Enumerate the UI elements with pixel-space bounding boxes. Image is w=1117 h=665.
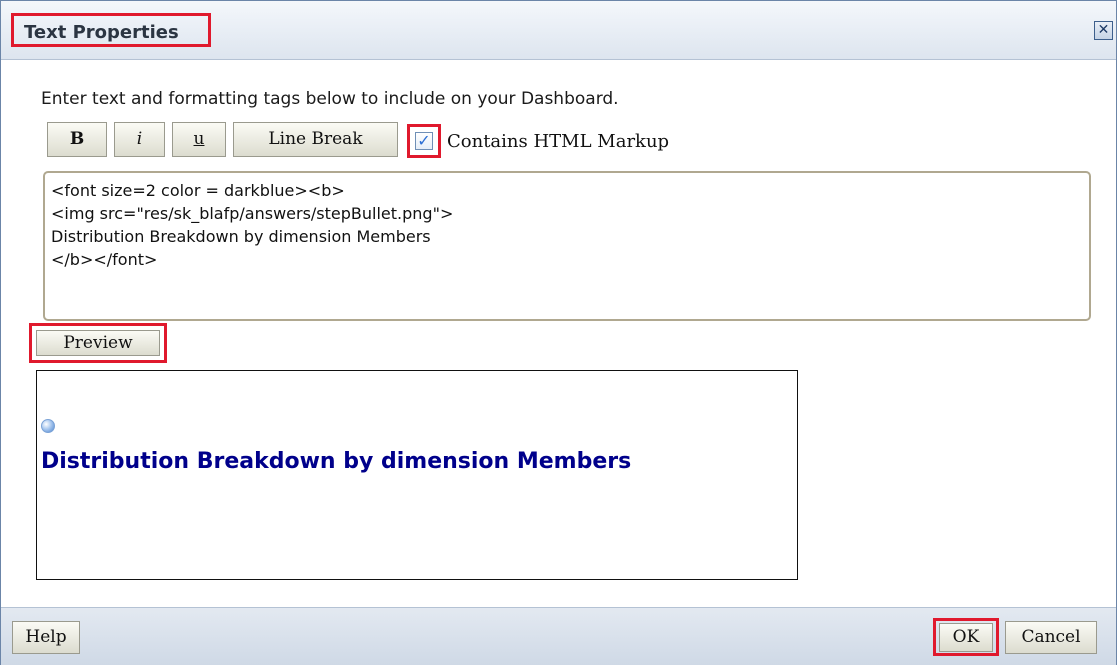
instructions-text: Enter text and formatting tags below to … [41,89,619,109]
editor-line: <font size=2 color = darkblue><b> [51,181,345,200]
html-markup-label[interactable]: Contains HTML Markup [447,131,669,152]
text-editor[interactable]: <font size=2 color = darkblue><b> <img s… [43,171,1091,321]
html-markup-checkbox-highlight: ✓ [407,124,441,158]
line-break-button[interactable]: Line Break [233,122,398,157]
preview-button-highlight: Preview [29,323,167,363]
dialog-footer: Help OK Cancel [1,607,1116,665]
html-markup-checkbox[interactable]: ✓ [415,132,433,150]
preview-text: Distribution Breakdown by dimension Memb… [41,449,632,474]
underline-button[interactable]: u [172,122,226,157]
editor-line: </b></font> [51,250,158,269]
italic-button[interactable]: i [114,122,165,157]
help-button[interactable]: Help [12,621,80,654]
editor-line: Distribution Breakdown by dimension Memb… [51,227,431,246]
text-properties-dialog: Text Properties ✕ Enter text and formatt… [0,0,1117,665]
preview-area: Distribution Breakdown by dimension Memb… [36,370,798,580]
close-icon[interactable]: ✕ [1094,21,1113,40]
bold-button[interactable]: B [47,122,107,157]
dialog-titlebar: Text Properties ✕ [1,1,1116,60]
cancel-button[interactable]: Cancel [1005,621,1097,654]
ok-button[interactable]: OK [939,623,993,652]
preview-button[interactable]: Preview [36,330,160,356]
ok-button-highlight: OK [933,618,999,656]
editor-line: <img src="res/sk_blafp/answers/stepBulle… [51,204,454,223]
dialog-title: Text Properties [11,13,211,47]
step-bullet-icon [41,419,55,433]
